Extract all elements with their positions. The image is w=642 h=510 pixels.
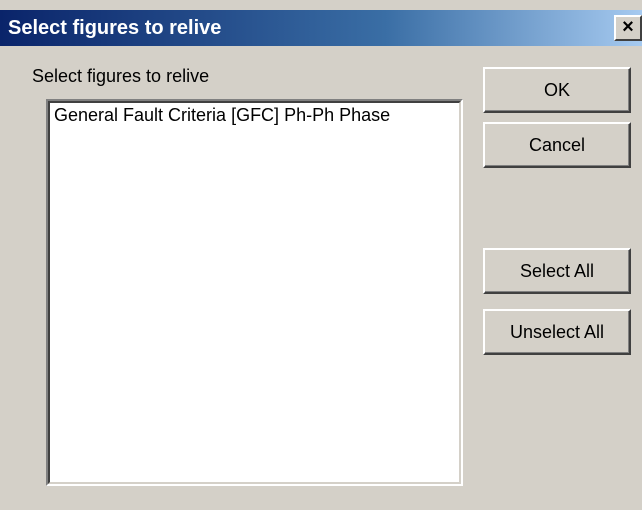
dialog-title: Select figures to relive: [8, 17, 222, 39]
select-all-button-bevel: [485, 250, 629, 292]
select-figures-dialog: Select figures to relive × Select figure…: [0, 0, 642, 510]
list-item[interactable]: General Fault Criteria [GFC] Ph-Ph Phase: [54, 105, 390, 126]
ok-button[interactable]: OK: [483, 67, 631, 113]
close-icon: ×: [622, 16, 634, 38]
select-all-button[interactable]: Select All: [483, 248, 631, 294]
unselect-all-button-bevel: [485, 311, 629, 353]
figures-listbox[interactable]: General Fault Criteria [GFC] Ph-Ph Phase: [46, 99, 463, 486]
cancel-button-bevel: [485, 124, 629, 166]
close-button[interactable]: ×: [614, 15, 642, 41]
figures-list-label: Select figures to relive: [32, 66, 210, 86]
title-bar[interactable]: Select figures to relive ×: [0, 10, 642, 46]
ok-button-bevel: [485, 69, 629, 111]
unselect-all-button[interactable]: Unselect All: [483, 309, 631, 355]
listbox-frame: [48, 101, 461, 484]
cancel-button[interactable]: Cancel: [483, 122, 631, 168]
